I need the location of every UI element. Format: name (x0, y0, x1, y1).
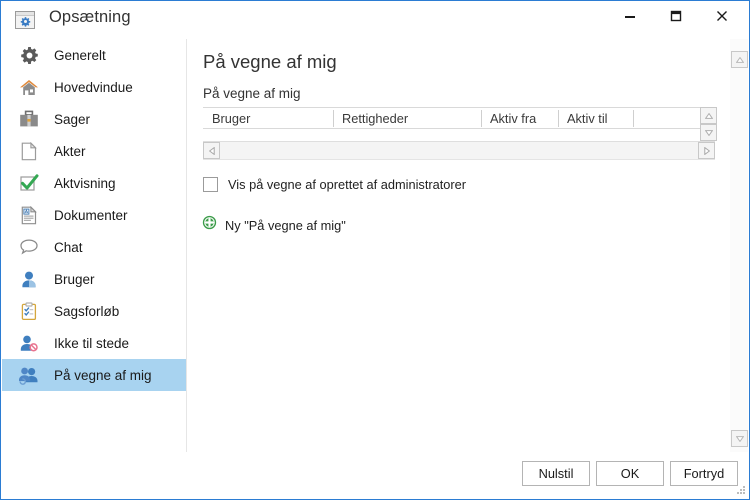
sidebar-item-aktvisning[interactable]: Aktvisning (2, 167, 186, 199)
grid-horizontal-scrollbar[interactable] (203, 142, 715, 160)
grid-column-header-bruger[interactable]: Bruger (203, 108, 333, 129)
main-content-pane: På vegne af mig På vegne af mig Bruger R… (187, 39, 748, 453)
grid-column-header-rettigheder[interactable]: Rettigheder (333, 108, 481, 129)
delegate-users-icon (16, 363, 42, 387)
cancel-button[interactable]: Fortryd (670, 461, 738, 486)
clipboard-icon (16, 299, 42, 323)
sidebar-navigation: Generelt Hovedvindue Sager Akter Aktvisn… (2, 39, 187, 453)
checkbox-check-icon (16, 171, 42, 195)
grid-column-header-aktiv-til[interactable]: Aktiv til (558, 108, 633, 129)
grid-scroll-down-icon[interactable] (700, 124, 717, 141)
document-icon (16, 139, 42, 163)
gear-icon (16, 43, 42, 67)
show-admin-created-checkbox-row[interactable]: Vis på vegne af oprettet af administrato… (203, 177, 466, 192)
sidebar-item-label: Aktvisning (54, 175, 116, 191)
ok-button[interactable]: OK (596, 461, 664, 486)
grid-scroll-up-icon[interactable] (700, 107, 717, 124)
sidebar-item-label: Generelt (54, 47, 106, 63)
sidebar-item-label: På vegne af mig (54, 367, 152, 383)
sidebar-item-generelt[interactable]: Generelt (2, 39, 186, 71)
sidebar-item-label: Bruger (54, 271, 95, 287)
sidebar-item-bruger[interactable]: Bruger (2, 263, 186, 295)
section-label: På vegne af mig (203, 86, 301, 101)
sidebar-item-akter[interactable]: Akter (2, 135, 186, 167)
sidebar-item-label: Sagsforløb (54, 303, 120, 319)
home-icon (16, 75, 42, 99)
sidebar-item-label: Dokumenter (54, 207, 128, 223)
grid-column-header-aktiv-fra[interactable]: Aktiv fra (481, 108, 558, 129)
scroll-left-icon[interactable] (203, 142, 220, 159)
text-document-icon (16, 203, 42, 227)
sidebar-item-ikke-til-stede[interactable]: Ikke til stede (2, 327, 186, 359)
sidebar-item-sager[interactable]: Sager (2, 103, 186, 135)
sidebar-item-sagsforlob[interactable]: Sagsforløb (2, 295, 186, 327)
show-admin-created-label: Vis på vegne af oprettet af administrato… (228, 177, 467, 192)
main-vertical-scrollbar[interactable] (729, 39, 748, 453)
window-title: Opsætning (49, 8, 131, 26)
sidebar-item-label: Akter (54, 143, 86, 159)
sidebar-item-label: Hovedvindue (54, 79, 133, 95)
speech-bubble-icon (16, 235, 42, 259)
user-blocked-icon (16, 331, 42, 355)
sidebar-item-label: Chat (54, 239, 83, 255)
grid-header-row: Bruger Rettigheder Aktiv fra Aktiv til (203, 107, 715, 129)
new-delegate-link[interactable]: Ny "På vegne af mig" (202, 215, 346, 235)
briefcase-icon (16, 107, 42, 131)
grid-body-empty (203, 129, 715, 142)
sidebar-item-hovedvindue[interactable]: Hovedvindue (2, 71, 186, 103)
user-icon (16, 267, 42, 291)
minimize-icon[interactable] (607, 1, 653, 31)
show-admin-created-checkbox[interactable] (203, 177, 218, 192)
scroll-right-icon[interactable] (698, 142, 715, 159)
plus-circle-icon (202, 215, 217, 235)
sidebar-item-pa-vegne-af-mig[interactable]: På vegne af mig (2, 359, 186, 391)
dialog-footer: Nulstil OK Fortryd (2, 452, 748, 498)
page-title: På vegne af mig (203, 51, 337, 72)
settings-dialog-window: Opsætning Generelt Hovedvindue Sager Akt… (0, 0, 750, 500)
scroll-down-icon[interactable] (731, 430, 748, 447)
sidebar-item-label: Sager (54, 111, 91, 127)
delegates-grid: Bruger Rettigheder Aktiv fra Aktiv til (203, 107, 715, 142)
reset-button[interactable]: Nulstil (522, 461, 590, 486)
maximize-icon[interactable] (653, 1, 699, 31)
close-icon[interactable] (699, 1, 745, 31)
sidebar-item-chat[interactable]: Chat (2, 231, 186, 263)
sidebar-item-label: Ikke til stede (54, 335, 130, 351)
resize-grip-icon[interactable] (734, 484, 746, 496)
title-bar: Opsætning (1, 1, 749, 39)
settings-gear-window-icon (15, 11, 35, 29)
new-delegate-label: Ny "På vegne af mig" (225, 217, 346, 233)
sidebar-item-dokumenter[interactable]: Dokumenter (2, 199, 186, 231)
scroll-up-icon[interactable] (731, 51, 748, 68)
